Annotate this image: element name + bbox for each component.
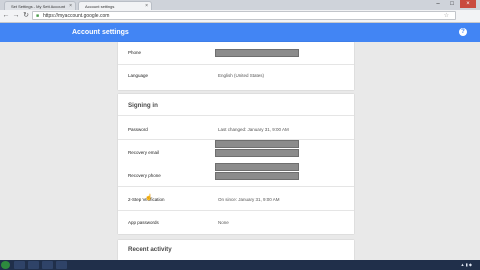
redacted-value: [215, 140, 299, 148]
lock-icon: ■: [36, 13, 40, 19]
personal-info-card: Phone Language English (United States): [118, 42, 354, 90]
row-value: None: [218, 220, 229, 225]
close-tab-icon[interactable]: ×: [145, 2, 148, 10]
system-tray: ▲ ▮ ◆: [460, 262, 472, 267]
divider: [118, 115, 354, 116]
row-label: Password: [128, 127, 148, 132]
tab-label: Account settings: [85, 4, 115, 9]
star-icon[interactable]: ☆: [444, 12, 449, 21]
row-value: On since: January 31, 9:00 AM: [218, 197, 280, 202]
section-heading: Recent activity: [128, 246, 172, 253]
tab-label: Set Settings - My Sett Account: [11, 4, 66, 9]
divider: [118, 186, 354, 187]
app-header: Account settings ?: [0, 23, 480, 42]
redacted-value: [215, 163, 299, 171]
redacted-value: [215, 49, 299, 57]
row-label: App passwords: [128, 220, 159, 225]
row-label: Recovery phone: [128, 173, 161, 178]
browser-toolbar: ← → ↻ ■ https://myaccount.google.com ☆: [0, 10, 480, 23]
window-close-icon[interactable]: ×: [460, 0, 476, 8]
refresh-icon[interactable]: ↻: [21, 11, 31, 21]
row-value: Last changed: January 31, 9:00 AM: [218, 127, 289, 132]
close-tab-icon[interactable]: ×: [69, 2, 72, 10]
redacted-value: [215, 149, 299, 157]
taskbar-app[interactable]: [14, 261, 25, 269]
taskbar-app[interactable]: [56, 261, 67, 269]
tab-account-settings[interactable]: Account settings ×: [78, 1, 152, 10]
recent-activity-card: Recent activity: [118, 240, 354, 260]
tab-settings[interactable]: Set Settings - My Sett Account ×: [4, 1, 76, 10]
row-label: Language: [128, 73, 149, 78]
taskbar-app[interactable]: [28, 261, 39, 269]
redacted-value: [215, 172, 299, 180]
taskbar-app[interactable]: [42, 261, 53, 269]
back-icon[interactable]: ←: [1, 11, 11, 21]
help-icon[interactable]: ?: [459, 28, 467, 36]
cursor-icon: ☝: [145, 195, 153, 201]
browser-tab-bar: Set Settings - My Sett Account × Account…: [0, 0, 480, 10]
signing-in-card: Signing in Password Last changed: Januar…: [118, 94, 354, 234]
maximize-icon[interactable]: □: [446, 0, 458, 8]
page-title: Account settings: [72, 29, 129, 36]
forward-icon[interactable]: →: [11, 11, 21, 21]
minimize-icon[interactable]: –: [432, 0, 444, 8]
section-heading: Signing in: [128, 102, 158, 109]
row-value: English (United States): [218, 73, 265, 78]
divider: [118, 210, 354, 211]
row-label: Recovery email: [128, 150, 160, 155]
divider: [118, 64, 354, 65]
os-taskbar: ▲ ▮ ◆: [0, 260, 480, 270]
row-label: Phone: [128, 50, 142, 55]
start-button[interactable]: [1, 261, 10, 269]
url-text: https://myaccount.google.com: [43, 13, 110, 19]
address-bar[interactable]: ■ https://myaccount.google.com ☆: [32, 11, 456, 20]
